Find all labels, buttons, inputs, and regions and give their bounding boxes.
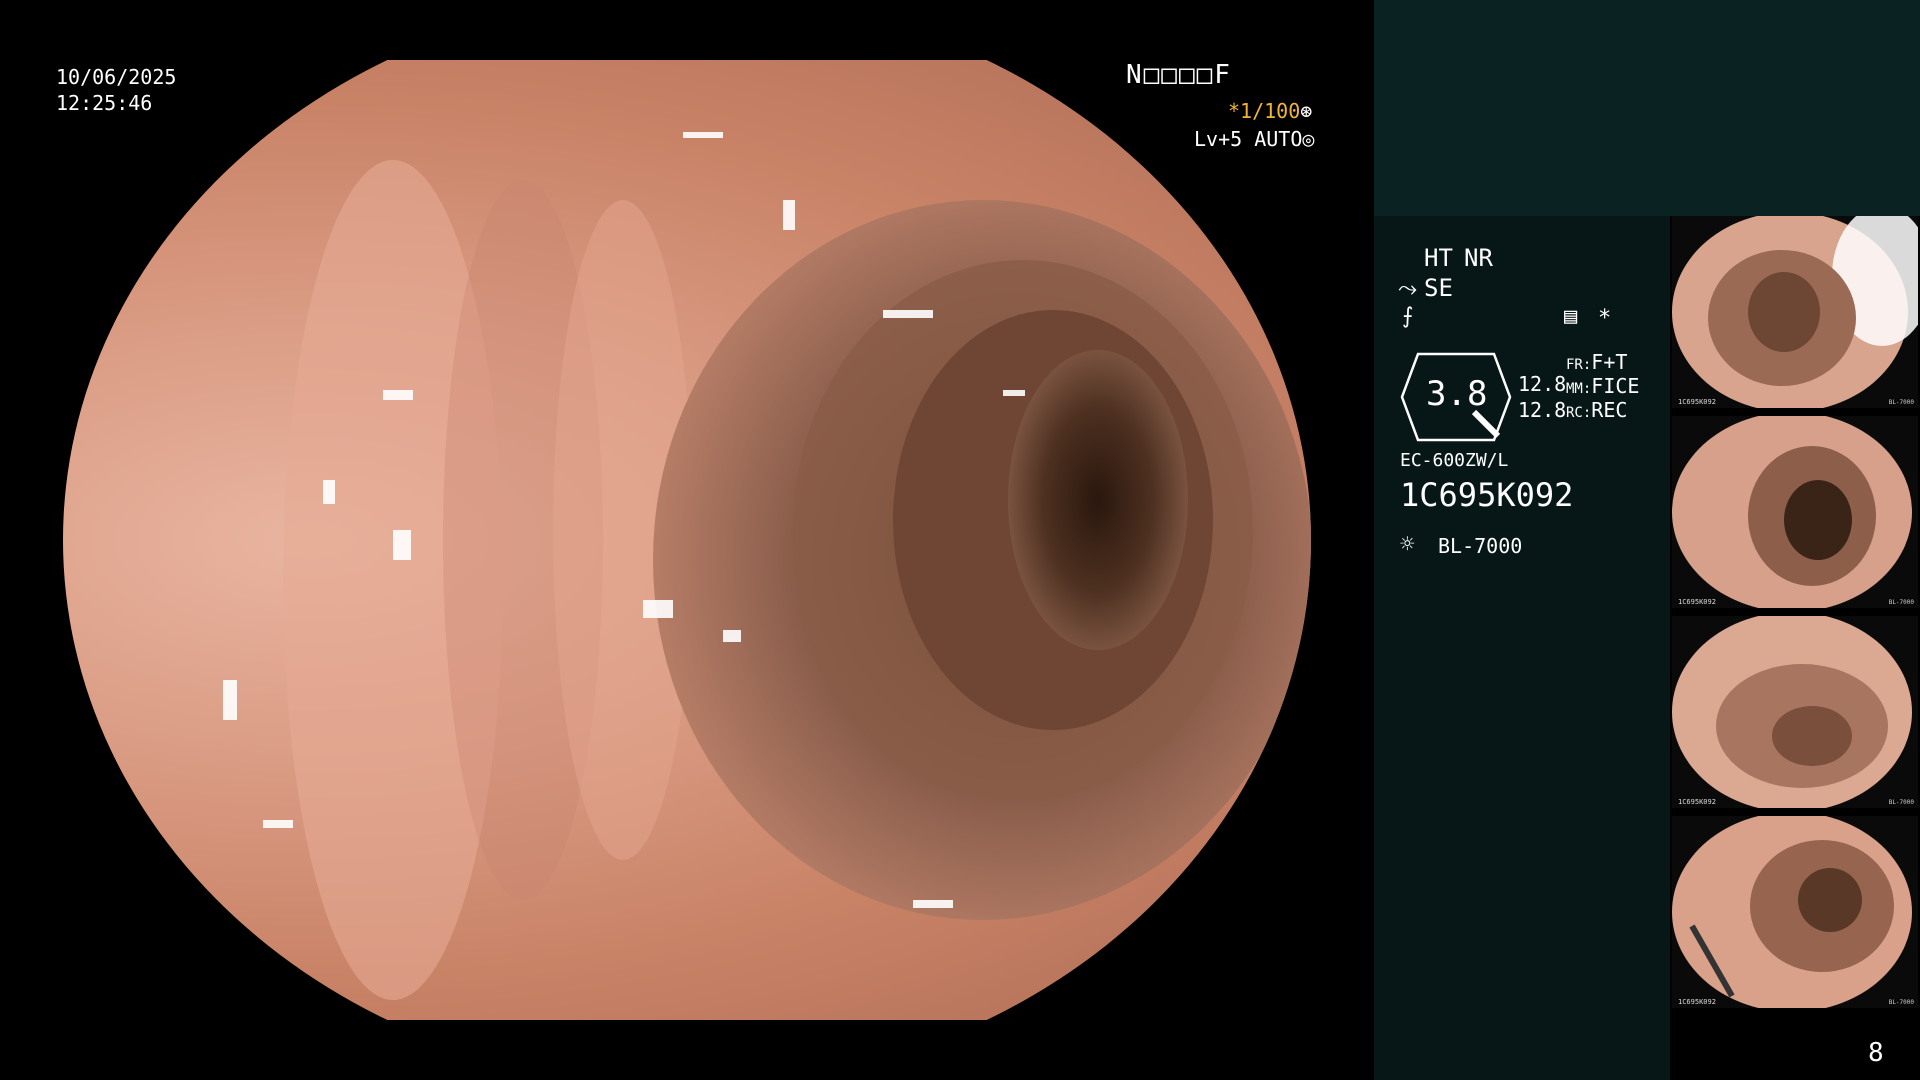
thumbnail-3-meta: BL-7000 [1888,799,1914,806]
thumbnail-2[interactable]: 1C695K092 BL-7000 [1672,416,1918,608]
thumbnail-3-caption: 1C695K092 [1678,798,1716,806]
level-text: Lv+5 [1194,127,1243,151]
thumbnail-4-caption: 1C695K092 [1678,998,1716,1006]
mm-row: MM:FICE [1566,374,1639,398]
fr-key: FR: [1566,357,1592,373]
fr-value: F+T [1591,350,1628,374]
thumbnail-2-meta: BL-7000 [1888,599,1914,606]
time-text: 12:25:46 [56,91,153,115]
light-source: BL-7000 [1438,534,1523,558]
memory-icon: ▤ [1564,304,1578,329]
fr-row: FR:F+T [1566,350,1627,374]
thumbnail-1-caption: 1C695K092 [1678,398,1716,406]
iris-icon: ◎ [1302,127,1315,151]
thumbnail-2-image [1672,416,1918,608]
thumbnail-4-image [1672,816,1918,1008]
thumbnail-1-meta: BL-7000 [1888,399,1914,406]
shutter-speed: *1/100 [1228,99,1301,123]
info-panel [1374,216,1670,1080]
shutter-icon: ⊛ [1300,99,1313,123]
mode-text: AUTO [1254,127,1303,151]
se-label: SE [1424,274,1453,302]
light-source-icon: ☼ [1400,530,1415,558]
thumbnail-1-image [1672,216,1918,408]
thumbnail-2-caption: 1C695K092 [1678,598,1716,606]
thumbnail-1[interactable]: 1C695K092 BL-7000 [1672,216,1918,408]
nr-label: NR [1464,244,1493,272]
thumbnail-4[interactable]: 1C695K092 BL-7000 [1672,816,1918,1008]
zoom-value: 3.8 [1426,374,1488,414]
edge-icon: ⨍ [1402,304,1414,329]
thumbnail-strip: 1C695K092 BL-7000 1C695K092 BL-7000 1C69… [1670,216,1920,1016]
asterisk-icon: * [1598,306,1612,331]
scope-model: EC-600ZW/L [1400,450,1509,471]
mm-value: FICE [1591,374,1640,398]
patient-code: N□□□□F [1126,60,1232,90]
shutter-indicator: *1/100⊛ [1228,98,1312,124]
scope-serial: 1C695K092 [1400,476,1574,514]
date-text: 10/06/2025 [56,65,177,89]
thumbnail-4-meta: BL-7000 [1888,999,1914,1006]
scale-b: 12.8 [1518,398,1567,422]
panel-top [1374,0,1920,216]
rc-key: RC: [1566,405,1592,421]
endoscope-image [223,132,1311,1000]
datetime-display: 10/06/2025 12:25:46 [56,64,176,116]
structure-enhance-icon: ⤳ [1398,274,1418,302]
endoscope-main-view [63,60,1311,1020]
scale-a: 12.8 [1518,372,1567,396]
brightness-indicator: Lv+5 AUTO◎ [1194,126,1314,152]
page-number: 8 [1868,1038,1884,1068]
ht-label: HT [1424,244,1453,272]
rc-row: RC:REC [1566,398,1627,422]
rc-value: REC [1591,398,1628,422]
mm-key: MM: [1566,381,1592,397]
thumbnail-3-image [1672,616,1918,808]
thumbnail-3[interactable]: 1C695K092 BL-7000 [1672,616,1918,808]
